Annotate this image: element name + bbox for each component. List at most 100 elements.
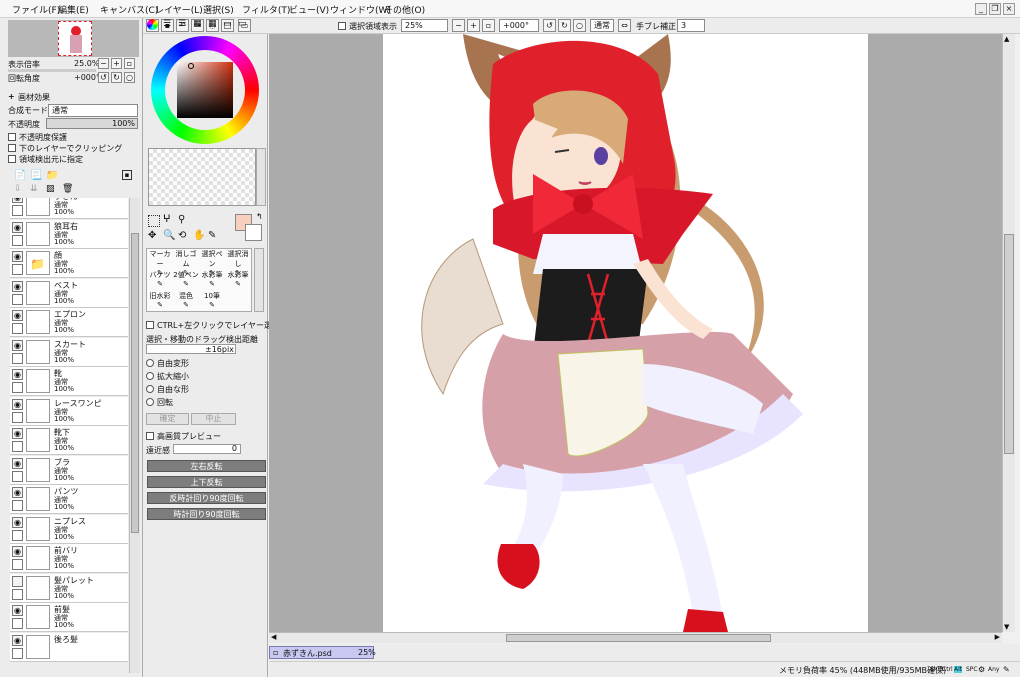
layer-row[interactable]: ◉ ベスト 通常 100% [10, 278, 128, 308]
swatch-mode-icon[interactable]: ▦ [208, 19, 217, 29]
eye-icon[interactable]: ◉ [12, 251, 23, 262]
selection-source-checkbox[interactable] [8, 155, 16, 163]
menu-view[interactable]: ビュー(V) [289, 3, 329, 16]
flip-horizontal-button[interactable]: 左右反転 [147, 460, 266, 472]
layer-row[interactable]: ◉ 狼耳右 通常 100% [10, 219, 128, 249]
rotate-left-icon[interactable]: ↺ [543, 19, 556, 32]
swap-colors-icon[interactable]: ↰ [256, 212, 263, 221]
layer-row[interactable]: ◉ ニプレス 通常 100% [10, 514, 128, 544]
eye-icon[interactable] [12, 575, 23, 587]
document-tab[interactable]: ▫ 赤ずきん.psd 25% [269, 646, 376, 659]
rotate-reset-icon[interactable]: ○ [573, 19, 586, 32]
angle-select[interactable]: +000° [499, 19, 539, 32]
color-wheel-mode-icon[interactable] [147, 19, 158, 30]
magic-wand-icon[interactable]: ⚲ [178, 214, 185, 225]
cancel-button[interactable]: 中止 [191, 413, 236, 425]
lock-toggle[interactable] [12, 618, 23, 629]
layer-row[interactable]: ◉ スカート 通常 100% [10, 337, 128, 367]
brush-tool-slot[interactable]: 10筆 ✎ [199, 291, 225, 312]
eye-icon[interactable]: ◉ [12, 198, 23, 203]
eye-icon[interactable]: ◉ [12, 339, 23, 351]
hue-ring[interactable] [151, 36, 259, 144]
horizontal-scroll-thumb[interactable] [506, 634, 771, 642]
menu-filter[interactable]: フィルタ(T) [242, 3, 290, 16]
eye-icon[interactable]: ◉ [12, 546, 23, 557]
rotate-cw-button[interactable]: 時計回り90度回転 [147, 508, 266, 520]
menu-select[interactable]: 選択(S) [203, 3, 234, 16]
view-mode-select[interactable]: 通常 [590, 19, 614, 32]
zoom-slider[interactable] [8, 69, 96, 72]
new-linework-layer-icon[interactable]: 📃 [30, 170, 42, 181]
menu-canvas[interactable]: キャンバス(C) [100, 3, 158, 16]
menu-window[interactable]: ウィンドウ(W) [330, 3, 391, 16]
nav-zoom-in-icon[interactable]: + [111, 58, 122, 69]
vertical-scroll-thumb[interactable] [1004, 234, 1014, 454]
brush-tool-slot[interactable]: 2値ペン ✎ [173, 270, 199, 291]
color-switch-icon[interactable]: ▭ [238, 19, 247, 29]
brush-tool-slot[interactable]: 混色 ✎ [173, 291, 199, 312]
flip-view-icon[interactable]: ⇔ [618, 19, 631, 32]
brush-tool-slot[interactable]: 旧水彩 ✎ [147, 291, 173, 312]
background-color-swatch[interactable] [245, 224, 262, 241]
free-transform-radio[interactable] [146, 359, 154, 367]
canvas-vertical-scrollbar[interactable]: ▲ ▼ [1002, 34, 1015, 632]
ok-button[interactable]: 確定 [146, 413, 189, 425]
stabilizer-select[interactable]: 3 [677, 19, 705, 32]
brush-tool-slot[interactable]: 水彩筆 ✎ [225, 270, 251, 291]
lock-toggle[interactable] [12, 559, 23, 570]
menu-edit[interactable]: 編集(E) [58, 3, 89, 16]
lock-toggle[interactable] [12, 470, 23, 482]
protect-opacity-checkbox[interactable] [8, 133, 16, 141]
zoom-tool-icon[interactable]: 🔍 [163, 230, 175, 241]
texture-section-icon[interactable]: + [8, 92, 15, 101]
lock-toggle[interactable] [12, 234, 23, 246]
delete-layer-icon[interactable]: 🗑 [62, 184, 73, 194]
navigator-preview[interactable] [8, 20, 139, 57]
nav-rotate-reset-icon[interactable]: ○ [124, 72, 135, 83]
opacity-slider[interactable]: 100% [46, 118, 138, 129]
new-layer-icon[interactable]: 📄 [14, 170, 26, 181]
scratch-pad[interactable] [148, 148, 256, 206]
eye-icon[interactable]: ◉ [12, 516, 23, 528]
lock-toggle[interactable] [12, 647, 23, 659]
layer-row[interactable]: ◉ 前髪 通常 100% [10, 603, 128, 632]
eye-icon[interactable]: ◉ [12, 428, 23, 439]
hand-tool-icon[interactable]: ✋ [193, 230, 205, 241]
menu-other[interactable]: その他(O) [384, 3, 425, 16]
eye-icon[interactable]: ◉ [12, 605, 23, 616]
layer-row[interactable]: ◉ずきん通常100% [10, 198, 128, 219]
eye-icon[interactable]: ◉ [12, 487, 23, 498]
eye-icon[interactable]: ◉ [12, 280, 23, 292]
color-picker-handle[interactable] [188, 63, 194, 69]
layer-row[interactable]: ◉ 靴下 通常 100% [10, 426, 128, 455]
lock-toggle[interactable] [12, 264, 23, 275]
selection-display-checkbox[interactable] [338, 22, 346, 30]
nav-zoom-out-icon[interactable]: − [98, 58, 109, 69]
merge-down-icon[interactable]: ⇊ [30, 184, 38, 194]
move-icon[interactable]: ✥ [148, 230, 156, 241]
nav-rotate-left-icon[interactable]: ↺ [98, 72, 109, 83]
lock-toggle[interactable] [12, 293, 23, 305]
lock-toggle[interactable] [12, 352, 23, 364]
canvas-paper[interactable] [383, 34, 868, 632]
new-folder-icon[interactable]: 📁 [46, 170, 58, 181]
scroll-left-icon[interactable]: ◀ [271, 633, 276, 641]
rect-select-icon[interactable] [148, 215, 160, 227]
lock-toggle[interactable] [12, 441, 23, 452]
rgb-slider-mode-icon[interactable]: ☰ [163, 19, 171, 29]
lock-toggle[interactable] [12, 411, 23, 423]
scroll-down-icon[interactable]: ▼ [1004, 623, 1009, 631]
layer-row[interactable]: ◉ 前バリ 通常 100% [10, 544, 128, 573]
layer-row[interactable]: ◉ 後ろ髪 [10, 632, 128, 662]
scroll-right-icon[interactable]: ▶ [995, 633, 1000, 641]
lock-toggle[interactable] [12, 205, 23, 216]
hsv-slider-mode-icon[interactable]: ☰ [178, 19, 186, 29]
eye-icon[interactable]: ◉ [12, 457, 23, 469]
scratch-pad-scrollbar[interactable] [256, 148, 266, 206]
layer-settings-icon[interactable]: ▪ [122, 170, 132, 180]
zoom-out-icon[interactable]: − [452, 19, 465, 32]
layer-row[interactable]: ◉ エプロン 通常 100% [10, 308, 128, 337]
scale-radio[interactable] [146, 372, 154, 380]
brush-tool-slot[interactable]: マーカー ✎ [147, 249, 173, 277]
zoom-select[interactable]: 25% [401, 19, 448, 32]
